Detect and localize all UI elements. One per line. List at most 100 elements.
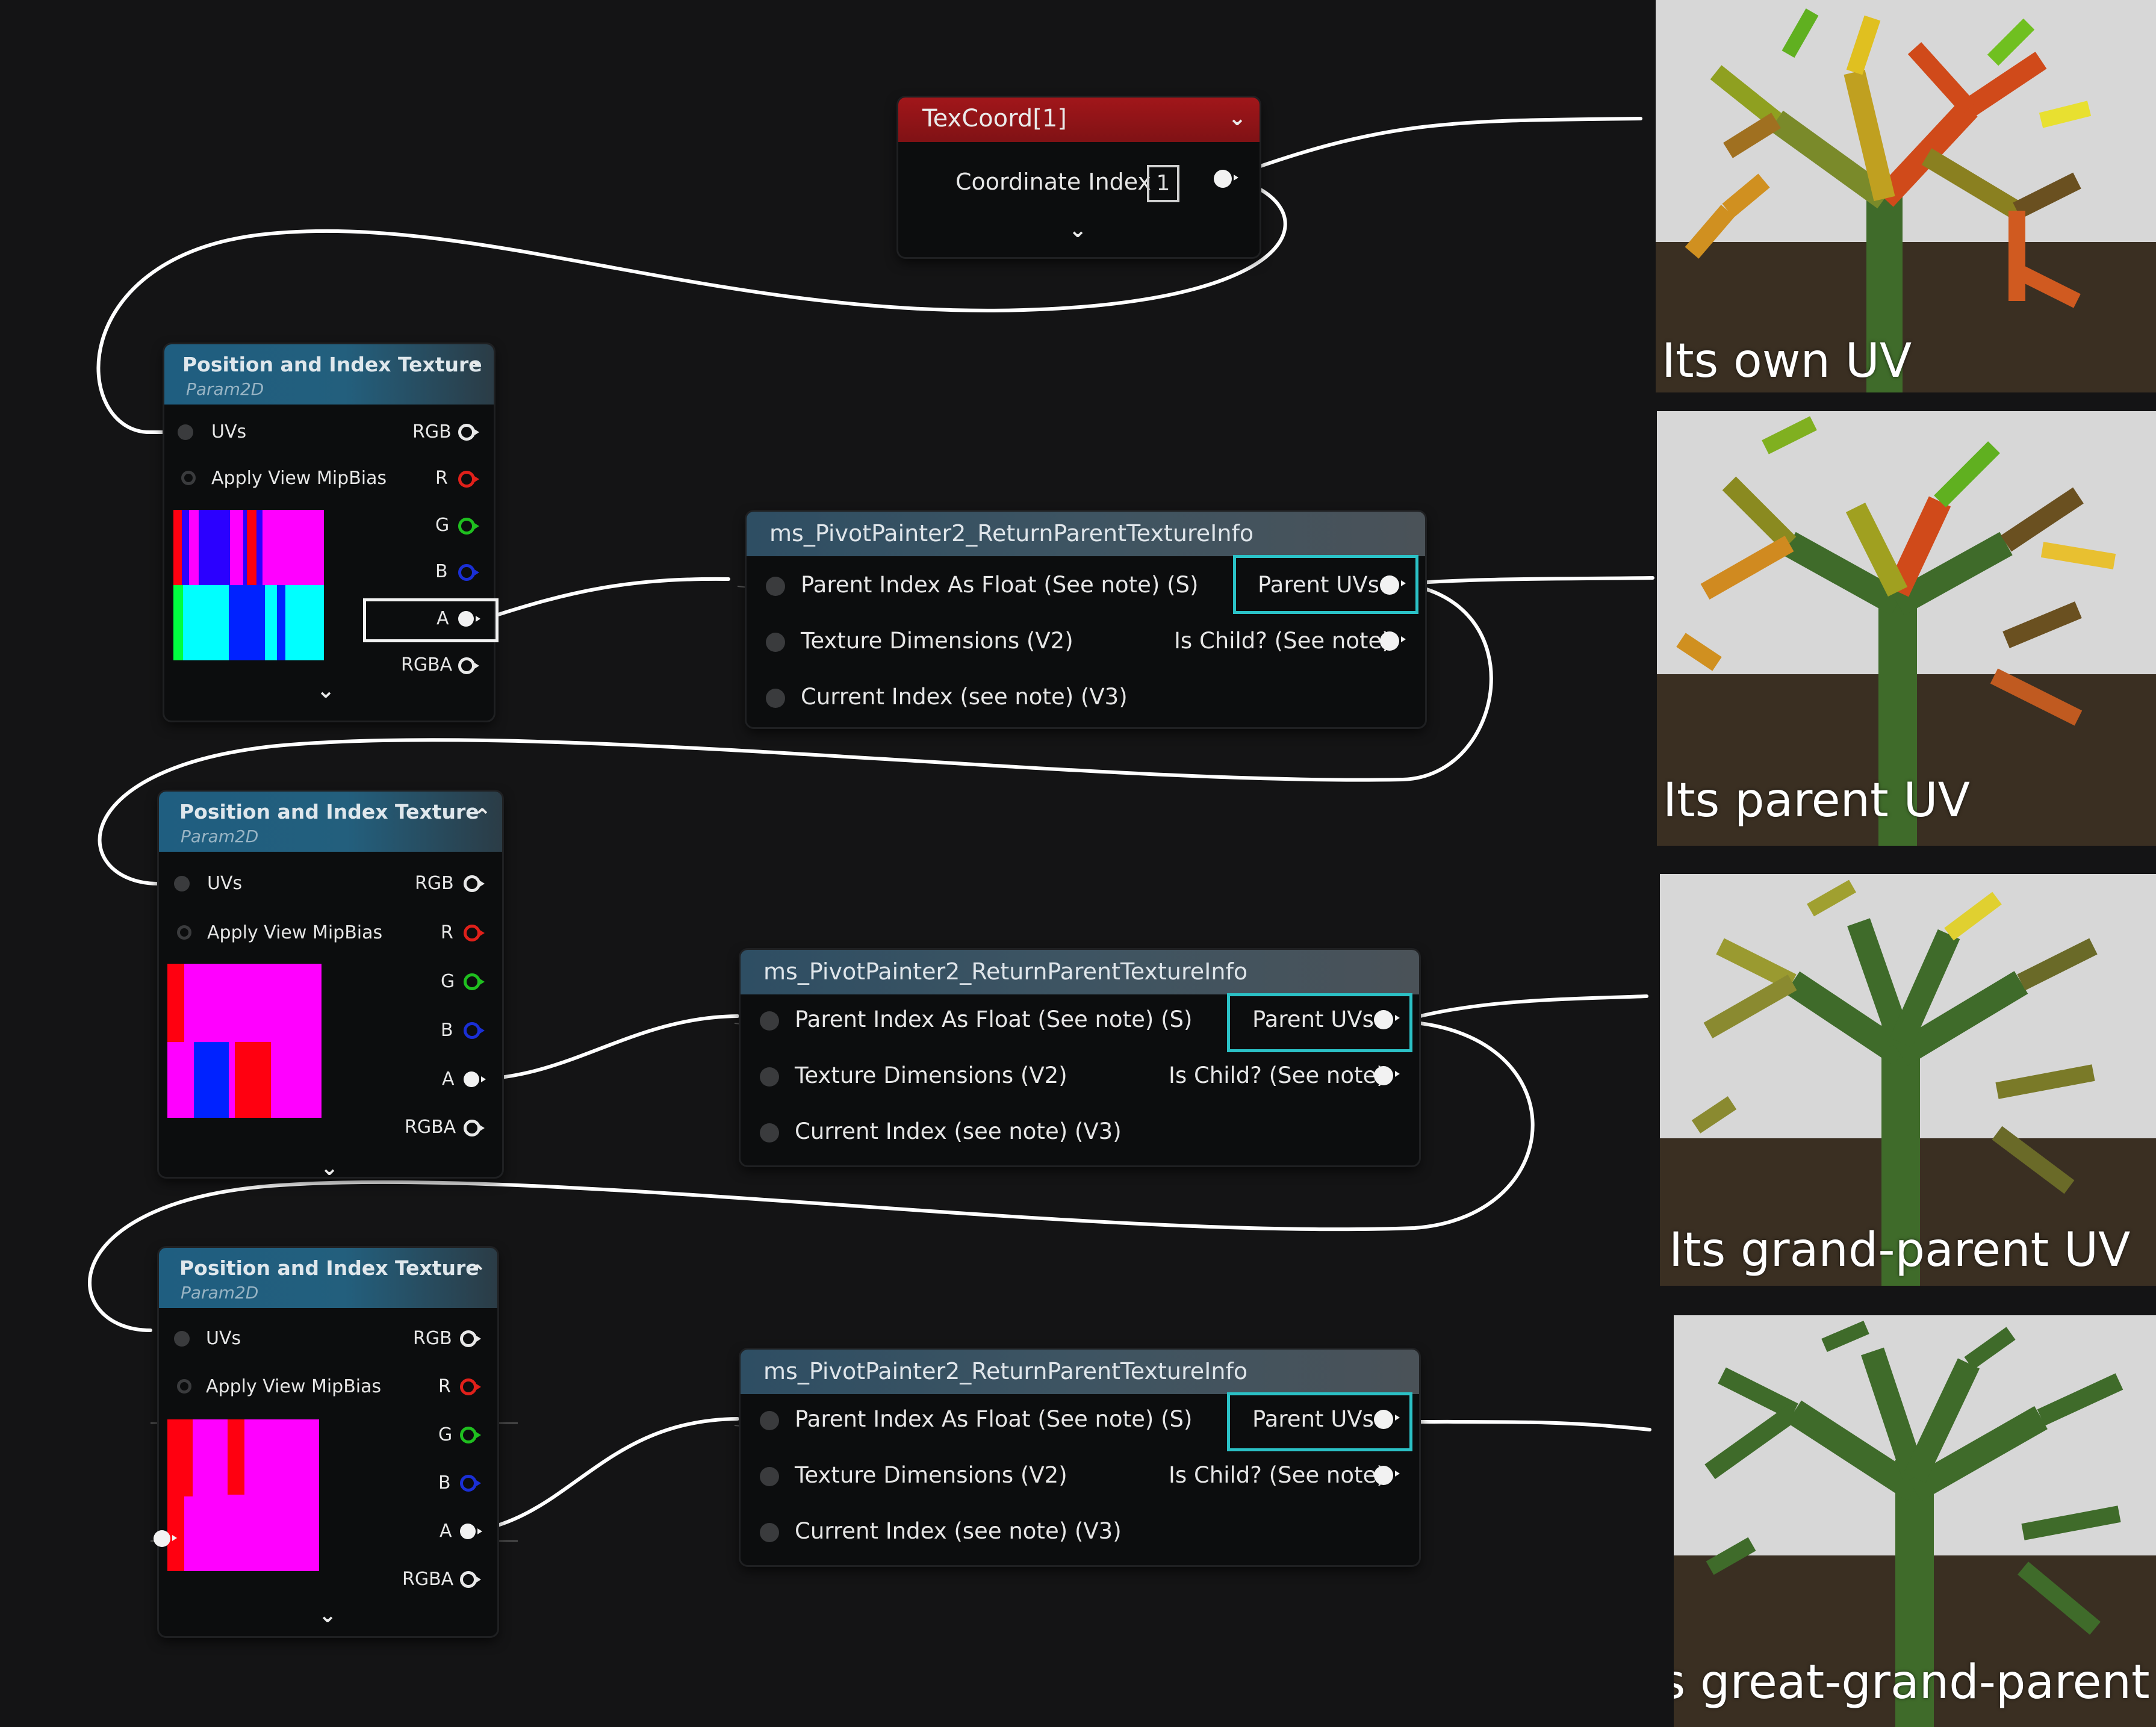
wire-a3-to-mf3	[468, 1417, 739, 1534]
texture-dimensions-input-pin[interactable]	[760, 1467, 779, 1486]
g-label: G	[438, 1424, 453, 1445]
texcoord-output-pin[interactable]	[1214, 170, 1238, 188]
node-title: Position and Index Texture	[179, 1256, 479, 1280]
function-node-3[interactable]: ms_PivotPainter2_ReturnParentTextureInfo…	[741, 1350, 1419, 1565]
wire-a2-to-mf2	[474, 1014, 739, 1081]
b-label: B	[441, 1020, 453, 1041]
uvs-input-pin[interactable]	[174, 876, 190, 891]
rgb-output-pin[interactable]	[458, 424, 479, 441]
is-child-output-pin[interactable]	[1380, 631, 1406, 651]
b-output-pin[interactable]	[460, 1475, 481, 1492]
node-title: ms_PivotPainter2_ReturnParentTextureInfo	[763, 958, 1248, 985]
rgb-output-pin[interactable]	[464, 875, 485, 892]
expand-chevron-icon[interactable]: ⌄	[320, 1156, 338, 1180]
texture-node-header[interactable]: Position and Index Texture Param2D ⌃	[159, 792, 502, 852]
collapse-chevron-icon[interactable]: ⌃	[465, 358, 483, 382]
a-pin-highlight-box	[363, 598, 499, 642]
tree-preview-great-grand-parent-uv: Its great-grand-parent UV	[1674, 1315, 2156, 1727]
parent-uvs-highlight-box	[1233, 555, 1418, 614]
texture-node-1[interactable]: Position and Index Texture Param2D ⌃ UVs…	[164, 344, 494, 721]
r-output-pin[interactable]	[460, 1378, 481, 1395]
is-child-output-pin[interactable]	[1374, 1066, 1400, 1085]
b-label: B	[438, 1472, 451, 1493]
a-output-pin[interactable]	[464, 1071, 486, 1087]
uvs-input-pin[interactable]	[178, 424, 193, 440]
parent-index-label: Parent Index As Float (See note) (S)	[795, 1406, 1193, 1432]
b-output-pin[interactable]	[464, 1022, 485, 1039]
node-subtitle: Param2D	[186, 379, 264, 399]
r-output-pin[interactable]	[458, 471, 479, 488]
g-output-pin[interactable]	[458, 518, 479, 535]
current-index-input-pin[interactable]	[766, 689, 785, 708]
tree-preview-parent-uv: Its parent UV	[1657, 411, 2156, 846]
texture-dimensions-label: Texture Dimensions (V2)	[801, 628, 1073, 654]
mipbias-label: Apply View MipBias	[207, 922, 383, 943]
expand-chevron-icon[interactable]: ⌄	[1069, 218, 1087, 243]
parent-index-input-pin[interactable]	[760, 1411, 779, 1430]
caption-own-uv: Its own UV	[1662, 334, 1912, 388]
g-output-pin[interactable]	[464, 973, 485, 990]
current-index-label: Current Index (see note) (V3)	[795, 1518, 1122, 1544]
rgb-output-pin[interactable]	[460, 1330, 481, 1347]
b-output-pin[interactable]	[458, 564, 479, 581]
texcoord-header[interactable]: TexCoord[1] ⌄	[898, 98, 1260, 142]
texture-node-3[interactable]: Position and Index Texture Param2D ⌃ UVs…	[159, 1248, 497, 1636]
collapse-chevron-icon[interactable]: ⌃	[468, 1261, 486, 1286]
expand-chevron-icon[interactable]: ⌄	[317, 678, 335, 703]
a-label: A	[442, 1068, 455, 1090]
wire-mf2-to-preview	[1398, 994, 1648, 1023]
is-child-output-pin[interactable]	[1374, 1466, 1400, 1485]
current-index-input-pin[interactable]	[760, 1123, 779, 1143]
uvs-input-pin[interactable]	[174, 1331, 190, 1347]
rgba-output-pin[interactable]	[460, 1571, 481, 1588]
current-index-input-pin[interactable]	[760, 1523, 779, 1542]
reroute-pin[interactable]	[154, 1530, 177, 1547]
mipbias-input-pin[interactable]	[177, 925, 191, 940]
a-output-pin[interactable]	[460, 1524, 482, 1539]
r-label: R	[438, 1376, 451, 1397]
parent-index-label: Parent Index As Float (See note) (S)	[801, 572, 1199, 598]
parent-index-input-pin[interactable]	[760, 1011, 779, 1031]
texture-node-2[interactable]: Position and Index Texture Param2D ⌃ UVs…	[159, 792, 502, 1180]
texture-node-header[interactable]: Position and Index Texture Param2D ⌃	[159, 1248, 497, 1308]
node-title: Position and Index Texture	[179, 800, 479, 823]
coordinate-index-label: Coordinate Index	[955, 169, 1152, 195]
uvs-label: UVs	[211, 421, 247, 442]
texture-dimensions-label: Texture Dimensions (V2)	[795, 1462, 1067, 1488]
node-title: ms_PivotPainter2_ReturnParentTextureInfo	[769, 520, 1254, 547]
texture-node-header[interactable]: Position and Index Texture Param2D ⌃	[164, 344, 494, 405]
function-node-1[interactable]: ms_PivotPainter2_ReturnParentTextureInfo…	[747, 512, 1425, 727]
is-child-label: Is Child? (See note)	[1174, 628, 1391, 654]
mipbias-input-pin[interactable]	[181, 471, 196, 485]
function-node-header[interactable]: ms_PivotPainter2_ReturnParentTextureInfo	[741, 1350, 1419, 1394]
parent-index-label: Parent Index As Float (See note) (S)	[795, 1006, 1193, 1032]
node-title: ms_PivotPainter2_ReturnParentTextureInfo	[763, 1358, 1248, 1384]
texture-dimensions-input-pin[interactable]	[766, 633, 785, 652]
r-label: R	[435, 468, 448, 489]
coordinate-index-value[interactable]: 1	[1147, 165, 1179, 202]
rgba-label: RGBA	[402, 1569, 454, 1590]
r-output-pin[interactable]	[464, 925, 485, 941]
collapse-chevron-icon[interactable]: ⌃	[473, 805, 491, 829]
texture-dimensions-input-pin[interactable]	[760, 1067, 779, 1087]
caption-great-grand-parent-uv: Its great-grand-parent UV	[1674, 1655, 2156, 1710]
rgba-output-pin[interactable]	[464, 1120, 485, 1136]
texcoord-node[interactable]: TexCoord[1] ⌄ Coordinate Index 1 ⌄	[898, 98, 1260, 257]
caption-parent-uv: Its parent UV	[1663, 774, 1970, 828]
mipbias-input-pin[interactable]	[177, 1379, 191, 1394]
wire-a1-to-mf1	[480, 577, 730, 622]
expand-chevron-icon[interactable]: ⌄	[318, 1603, 337, 1628]
wire-mf1-to-preview	[1401, 576, 1654, 586]
function-node-2[interactable]: ms_PivotPainter2_ReturnParentTextureInfo…	[741, 950, 1419, 1165]
function-node-header[interactable]: ms_PivotPainter2_ReturnParentTextureInfo	[747, 512, 1425, 556]
function-node-header[interactable]: ms_PivotPainter2_ReturnParentTextureInfo	[741, 950, 1419, 994]
rgb-label: RGB	[415, 873, 454, 894]
g-output-pin[interactable]	[460, 1427, 481, 1443]
a-label: A	[440, 1521, 452, 1542]
rgba-output-pin[interactable]	[458, 657, 479, 674]
chevron-down-icon[interactable]: ⌄	[1228, 106, 1246, 131]
g-label: G	[441, 971, 455, 992]
node-subtitle: Param2D	[181, 826, 259, 846]
rgba-label: RGBA	[401, 654, 453, 675]
parent-index-input-pin[interactable]	[766, 577, 785, 596]
